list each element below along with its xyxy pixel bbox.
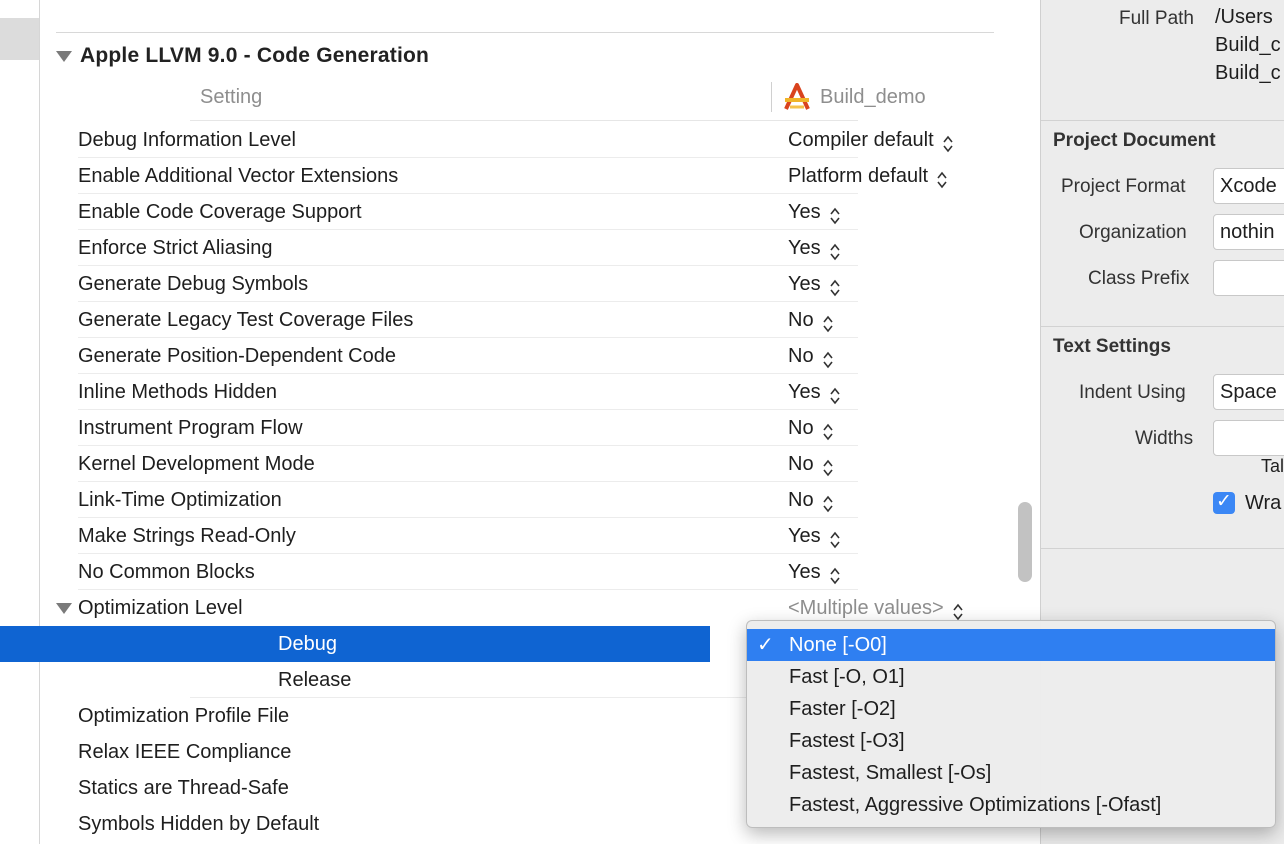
- project-format-popup[interactable]: Xcode: [1213, 168, 1284, 204]
- disclosure-triangle-icon[interactable]: [56, 603, 72, 614]
- setting-label: Generate Position-Dependent Code: [78, 345, 396, 367]
- full-path-line: Build_c: [1215, 34, 1281, 56]
- setting-label: Enable Additional Vector Extensions: [78, 165, 399, 187]
- updown-arrows-icon: [829, 274, 841, 297]
- scrollbar-thumb[interactable]: [1018, 502, 1032, 582]
- setting-value-popup[interactable]: No: [788, 302, 834, 338]
- setting-label: Optimization Profile File: [78, 705, 290, 727]
- text-settings-heading: Text Settings: [1053, 336, 1171, 357]
- wrap-lines-label: Wra: [1245, 492, 1282, 514]
- widths-field[interactable]: [1213, 420, 1284, 456]
- inspector-divider: [1041, 548, 1284, 549]
- indent-using-popup[interactable]: Space: [1213, 374, 1284, 410]
- setting-label: Relax IEEE Compliance: [78, 741, 292, 763]
- updown-arrows-icon: [822, 454, 834, 477]
- top-divider: [56, 32, 994, 33]
- menu-item-label: Fast [-O, O1]: [789, 666, 905, 688]
- updown-arrows-icon: [829, 202, 841, 225]
- setting-label-debug: Debug: [278, 633, 337, 655]
- updown-arrows-icon: [942, 130, 954, 153]
- project-format-label: Project Format: [1061, 176, 1186, 197]
- full-path-line: Build_c: [1215, 62, 1281, 84]
- tab-width-label: Tal: [1261, 456, 1284, 476]
- setting-label-release: Release: [278, 669, 352, 691]
- checkmark-icon: ✓: [757, 634, 774, 656]
- xcode-app-icon: [782, 83, 812, 111]
- updown-arrows-icon: [822, 346, 834, 369]
- setting-label: Make Strings Read-Only: [78, 525, 296, 547]
- setting-value-popup[interactable]: No: [788, 446, 834, 482]
- setting-value-popup[interactable]: Yes: [788, 518, 841, 554]
- full-path-label: Full Path: [1119, 8, 1194, 29]
- menu-item-label: Fastest, Aggressive Optimizations [-Ofas…: [789, 794, 1162, 816]
- setting-label: Link-Time Optimization: [78, 489, 282, 511]
- menu-item-label: Fastest [-O3]: [789, 730, 905, 752]
- menu-item[interactable]: Fastest [-O3]: [747, 725, 1275, 757]
- column-header-setting-label: Setting: [200, 85, 263, 108]
- class-prefix-field[interactable]: [1213, 260, 1284, 296]
- inspector-divider: [1041, 326, 1284, 327]
- updown-arrows-icon: [829, 562, 841, 585]
- setting-value-popup[interactable]: Yes: [788, 194, 841, 230]
- organization-label: Organization: [1079, 222, 1187, 243]
- menu-item[interactable]: Fast [-O, O1]: [747, 661, 1275, 693]
- wrap-lines-checkbox[interactable]: [1213, 490, 1235, 514]
- menu-item[interactable]: Faster [-O2]: [747, 693, 1275, 725]
- setting-label: Inline Methods Hidden: [78, 381, 278, 403]
- setting-value-popup[interactable]: No: [788, 410, 834, 446]
- updown-arrows-icon: [952, 598, 964, 621]
- setting-label: Kernel Development Mode: [78, 453, 315, 475]
- setting-value-popup[interactable]: Yes: [788, 554, 841, 590]
- optimization-level-popup-menu[interactable]: ✓ None [-O0] Fast [-O, O1] Faster [-O2] …: [746, 620, 1276, 828]
- column-header-target-label: Build_demo: [820, 85, 926, 108]
- setting-value-popup[interactable]: No: [788, 482, 834, 518]
- setting-label: Generate Debug Symbols: [78, 273, 309, 295]
- setting-value-popup[interactable]: Compiler default: [788, 122, 954, 158]
- menu-item[interactable]: Fastest, Smallest [-Os]: [747, 757, 1275, 789]
- setting-label: Generate Legacy Test Coverage Files: [78, 309, 414, 331]
- setting-label: Statics are Thread-Safe: [78, 777, 289, 799]
- setting-label: Enforce Strict Aliasing: [78, 237, 273, 259]
- setting-label: Enable Code Coverage Support: [78, 201, 362, 223]
- updown-arrows-icon: [829, 382, 841, 405]
- disclosure-triangle-icon[interactable]: [56, 50, 72, 62]
- column-header-target: Build_demo: [771, 82, 926, 112]
- section-header[interactable]: Apple LLVM 9.0 - Code Generation: [56, 40, 429, 72]
- menu-item-label: Fastest, Smallest [-Os]: [789, 762, 992, 784]
- updown-arrows-icon: [936, 166, 948, 189]
- setting-value-popup[interactable]: Yes: [788, 374, 841, 410]
- setting-label: Instrument Program Flow: [78, 417, 303, 439]
- updown-arrows-icon: [822, 310, 834, 333]
- inspector-divider: [1041, 120, 1284, 121]
- menu-item-label: None [-O0]: [789, 634, 887, 656]
- setting-value-popup[interactable]: No: [788, 338, 834, 374]
- column-header-setting: Setting: [200, 82, 262, 112]
- updown-arrows-icon: [822, 490, 834, 513]
- setting-value-popup[interactable]: Platform default: [788, 158, 948, 194]
- widths-label: Widths: [1135, 428, 1194, 449]
- setting-label: No Common Blocks: [78, 561, 255, 583]
- setting-value-popup[interactable]: Yes: [788, 230, 841, 266]
- setting-label: Optimization Level: [78, 597, 243, 619]
- setting-row-debug[interactable]: Debug: [0, 626, 710, 662]
- project-document-heading: Project Document: [1053, 130, 1216, 151]
- menu-item[interactable]: Fastest, Aggressive Optimizations [-Ofas…: [747, 789, 1275, 821]
- full-path-line: /Users: [1215, 6, 1273, 28]
- updown-arrows-icon: [829, 526, 841, 549]
- menu-item-label: Faster [-O2]: [789, 698, 896, 720]
- setting-label: Symbols Hidden by Default: [78, 813, 320, 835]
- header-divider: [190, 120, 858, 121]
- setting-label: Debug Information Level: [78, 129, 296, 151]
- setting-value-popup[interactable]: Yes: [788, 266, 841, 302]
- indent-using-label: Indent Using: [1079, 382, 1186, 403]
- menu-item[interactable]: ✓ None [-O0]: [747, 629, 1275, 661]
- class-prefix-label: Class Prefix: [1088, 268, 1190, 289]
- organization-field[interactable]: nothin: [1213, 214, 1284, 250]
- section-title: Apple LLVM 9.0 - Code Generation: [80, 44, 430, 67]
- updown-arrows-icon: [829, 238, 841, 261]
- navigator-selected-item[interactable]: [0, 18, 39, 60]
- updown-arrows-icon: [822, 418, 834, 441]
